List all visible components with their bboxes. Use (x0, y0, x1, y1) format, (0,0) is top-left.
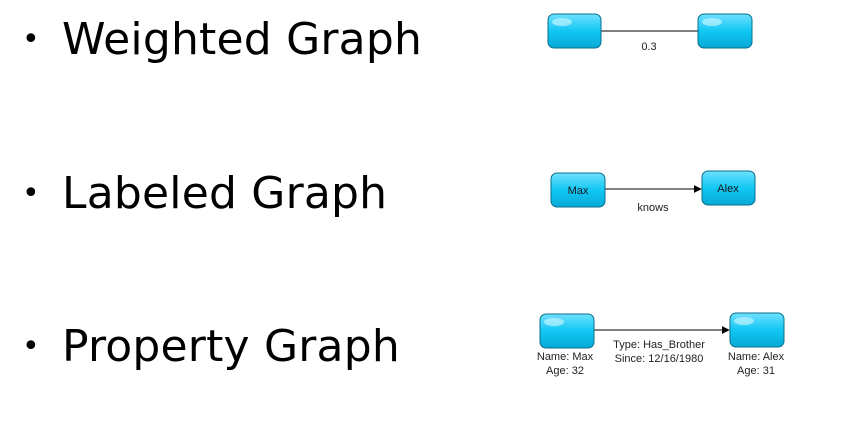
property-edge-prop-type: Type: Has_Brother (613, 339, 705, 351)
weighted-graph-diagram: 0.3 (547, 13, 753, 53)
labeled-graph-diagram: Max Alex knows (550, 170, 756, 214)
weighted-edge-label: 0.3 (641, 41, 656, 53)
node-highlight (544, 318, 564, 326)
property-node-max-age: Age: 32 (546, 365, 584, 377)
node-highlight (552, 18, 572, 26)
labeled-node-alex-label: Alex (717, 183, 739, 195)
node-highlight (702, 18, 722, 26)
labeled-node-max-label: Max (568, 185, 589, 197)
property-graph-diagram: Type: Has_Brother Since: 12/16/1980 Name… (537, 312, 785, 377)
property-node-alex-age: Age: 31 (737, 365, 775, 377)
labeled-edge-label: knows (637, 202, 669, 214)
property-edge-prop-since: Since: 12/16/1980 (615, 353, 704, 365)
property-node-alex-name: Name: Alex (728, 351, 785, 363)
property-node-max-name: Name: Max (537, 351, 594, 363)
node-highlight (734, 317, 754, 325)
graph-diagrams: 0.3 Max Alex knows Type: Has_Brother Sin… (537, 13, 785, 377)
